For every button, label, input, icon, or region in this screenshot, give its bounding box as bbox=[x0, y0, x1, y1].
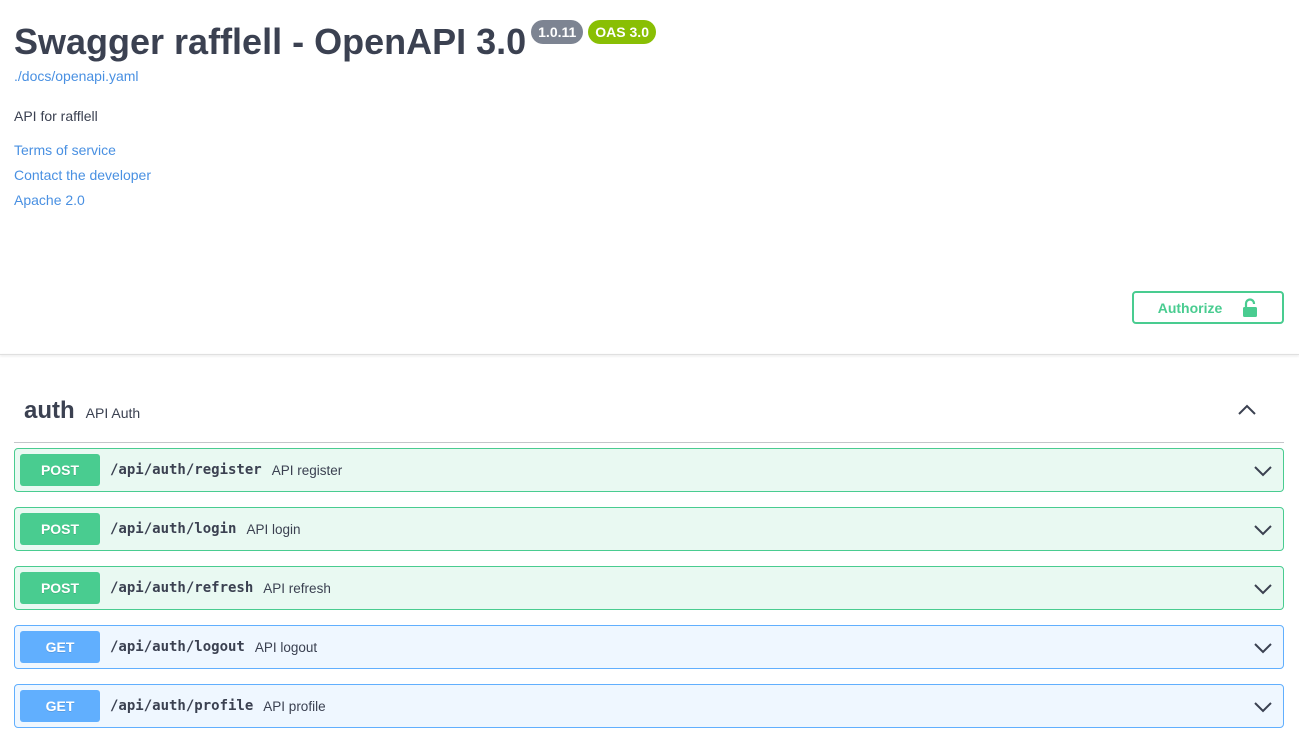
unlocked-lock-icon bbox=[1242, 297, 1258, 318]
api-description: API for rafflell bbox=[14, 108, 98, 124]
tag-header-auth[interactable]: auth API Auth bbox=[14, 380, 1284, 443]
operation-post-register[interactable]: POST /api/auth/register API register bbox=[14, 448, 1284, 492]
authorize-label: Authorize bbox=[1157, 299, 1223, 316]
title-row: Swagger rafflell - OpenAPI 3.0 1.0.11 OA… bbox=[14, 20, 656, 64]
chevron-down-icon[interactable] bbox=[1253, 461, 1273, 481]
operation-path: /api/auth/refresh bbox=[110, 580, 254, 596]
operation-summary: API profile bbox=[263, 698, 326, 714]
spec-url-link[interactable]: ./docs/openapi.yaml bbox=[14, 68, 139, 84]
chevron-down-icon[interactable] bbox=[1253, 697, 1273, 717]
operation-post-login[interactable]: POST /api/auth/login API login bbox=[14, 507, 1284, 551]
oas-badge: OAS 3.0 bbox=[588, 20, 656, 44]
operation-path: /api/auth/logout bbox=[110, 639, 245, 655]
tag-description: API Auth bbox=[85, 404, 141, 421]
tag-name: auth bbox=[24, 397, 75, 424]
method-badge: GET bbox=[20, 690, 100, 722]
method-badge: POST bbox=[20, 513, 100, 545]
operation-summary: API refresh bbox=[263, 580, 331, 596]
operation-get-logout[interactable]: GET /api/auth/logout API logout bbox=[14, 625, 1284, 669]
operation-path: /api/auth/register bbox=[110, 462, 262, 478]
operation-summary: API login bbox=[246, 521, 301, 537]
version-badge: 1.0.11 bbox=[531, 20, 584, 44]
operation-path: /api/auth/login bbox=[110, 521, 237, 537]
method-badge: GET bbox=[20, 631, 100, 663]
method-badge: POST bbox=[20, 454, 100, 486]
authorize-button[interactable]: Authorize bbox=[1132, 291, 1284, 324]
license-link[interactable]: Apache 2.0 bbox=[14, 192, 85, 208]
terms-of-service-link[interactable]: Terms of service bbox=[14, 142, 116, 158]
chevron-down-icon[interactable] bbox=[1253, 638, 1273, 658]
section-divider bbox=[0, 354, 1299, 355]
page-title: Swagger rafflell - OpenAPI 3.0 bbox=[14, 21, 527, 62]
contact-developer-link[interactable]: Contact the developer bbox=[14, 167, 151, 183]
operation-summary: API register bbox=[271, 462, 343, 478]
method-badge: POST bbox=[20, 572, 100, 604]
chevron-up-icon[interactable] bbox=[1236, 399, 1258, 421]
chevron-down-icon[interactable] bbox=[1253, 520, 1273, 540]
operation-get-profile[interactable]: GET /api/auth/profile API profile bbox=[14, 684, 1284, 728]
operation-summary: API logout bbox=[254, 639, 318, 655]
operation-post-refresh[interactable]: POST /api/auth/refresh API refresh bbox=[14, 566, 1284, 610]
chevron-down-icon[interactable] bbox=[1253, 579, 1273, 599]
operation-path: /api/auth/profile bbox=[110, 698, 254, 714]
